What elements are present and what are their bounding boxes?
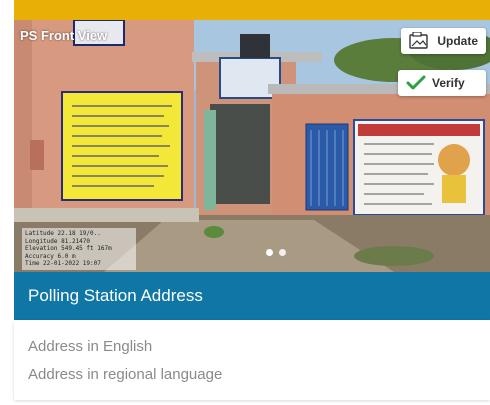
address-card: Address in English Address in regional l… <box>14 320 490 400</box>
carousel-dot[interactable] <box>266 249 273 256</box>
verify-button[interactable]: Verify <box>398 70 486 96</box>
address-regional-field[interactable]: Address in regional language <box>28 366 222 383</box>
geo-stamp-line: Elevation 549.45 ft 167m <box>25 245 112 252</box>
photo-title: PS Front View <box>20 28 108 43</box>
update-label: Update <box>437 34 478 48</box>
geo-stamp-line: Latitude 22.18 19/0.. <box>25 230 101 237</box>
image-edit-icon <box>409 32 429 49</box>
geo-stamp-line: Longitude 81.21470 <box>25 237 91 245</box>
geo-stamp: Latitude 22.18 19/0.. Longitude 81.21470… <box>22 228 136 270</box>
carousel-dot[interactable] <box>279 249 286 256</box>
section-header: Polling Station Address <box>14 272 490 320</box>
geo-stamp-line: Time 22-01-2022 19:07 <box>25 260 101 267</box>
address-english-field[interactable]: Address in English <box>28 338 152 355</box>
verify-label: Verify <box>432 76 465 90</box>
section-title: Polling Station Address <box>28 286 203 305</box>
update-button[interactable]: Update <box>401 28 486 54</box>
polling-station-photo[interactable]: PS Front View Update Verify Latitude 22.… <box>14 20 490 272</box>
accent-bar <box>14 0 490 20</box>
carousel-indicator <box>266 249 286 256</box>
geo-stamp-line: Accuracy 6.0 m <box>25 252 76 260</box>
checkmark-icon <box>406 75 426 90</box>
